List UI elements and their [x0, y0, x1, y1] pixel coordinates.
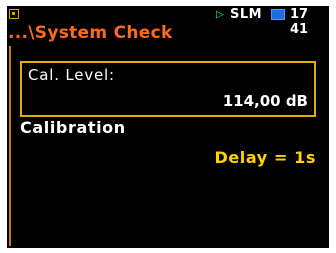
cal-level-value: 114,00 dB [222, 92, 308, 110]
status-bar: ▷ SLM 17 41 [7, 6, 329, 37]
calibration-delay[interactable]: Delay = 1s [214, 148, 316, 167]
calibration-heading[interactable]: Calibration [20, 118, 126, 137]
menu-depth-indicator [9, 46, 11, 246]
page-title: ...\System Check [8, 23, 173, 43]
cal-level-field[interactable]: Cal. Level: 114,00 dB [20, 61, 316, 117]
device-screen: ▷ SLM 17 41 ...\System Check Cal. Level:… [7, 6, 329, 248]
mode-label: SLM [230, 7, 263, 22]
cal-level-label: Cal. Level: [28, 66, 115, 84]
menu-icon [9, 9, 19, 19]
clock: 17 41 [290, 7, 309, 37]
play-icon: ▷ [216, 7, 224, 22]
battery-icon [271, 9, 285, 20]
